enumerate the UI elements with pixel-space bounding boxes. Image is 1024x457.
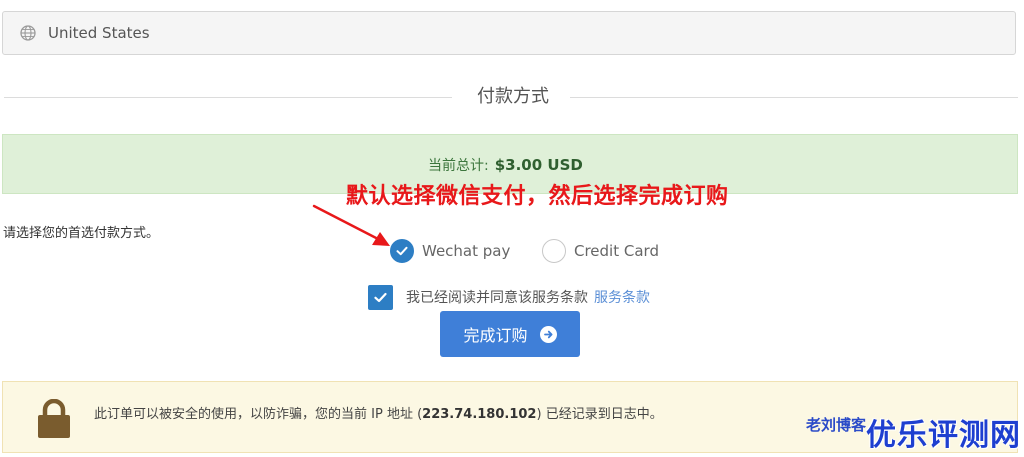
- globe-icon: [20, 25, 36, 41]
- payment-option-wechat[interactable]: Wechat pay: [390, 237, 510, 265]
- credit-card-label: Credit Card: [574, 242, 659, 260]
- annotation-text: 默认选择微信支付，然后选择完成订购: [346, 184, 729, 209]
- complete-order-label: 完成订购: [463, 326, 528, 345]
- country-select[interactable]: United States: [2, 11, 1016, 55]
- terms-of-service-link[interactable]: 服务条款: [594, 287, 650, 307]
- lock-icon: [38, 399, 70, 438]
- total-amount: $3.00 USD: [494, 156, 583, 174]
- security-prefix: 此订单可以被安全的使用，以防诈骗，您的当前 IP 地址 (: [94, 407, 423, 422]
- watermark-large: 优乐评测网: [866, 418, 1021, 453]
- terms-row: 我已经阅读并同意该服务条款 服务条款: [368, 284, 650, 310]
- payment-option-credit-card[interactable]: Credit Card: [542, 237, 659, 265]
- watermark-small: 老刘博客: [806, 416, 867, 434]
- divider-line-left: [4, 97, 452, 98]
- terms-checkbox-checked-icon[interactable]: [368, 284, 393, 310]
- annotation-arrow-icon: [312, 204, 390, 246]
- ip-address: 223.74.180.102: [422, 407, 537, 422]
- payment-section-divider: 付款方式: [4, 87, 1018, 107]
- wechat-label: Wechat pay: [422, 242, 511, 260]
- complete-order-button[interactable]: 完成订购: [440, 311, 580, 357]
- terms-text: 我已经阅读并同意该服务条款: [406, 290, 588, 306]
- divider-line-right: [570, 97, 1018, 98]
- security-notice-text: 此订单可以被安全的使用，以防诈骗，您的当前 IP 地址 (223.74.180.…: [94, 403, 663, 422]
- arrow-right-circle-icon: [539, 325, 557, 343]
- credit-card-radio-icon[interactable]: [542, 239, 566, 263]
- payment-method-prompt: 请选择您的首选付款方式。: [3, 226, 160, 241]
- order-total-line: 当前总计: $3.00 USD: [428, 155, 583, 175]
- security-suffix: ) 已经记录到日志中。: [536, 407, 663, 422]
- total-label: 当前总计:: [428, 158, 489, 174]
- country-value: United States: [48, 24, 150, 42]
- checkout-page: United States 付款方式 当前总计: $3.00 USD 请选择您的首…: [0, 0, 1024, 457]
- payment-section-title: 付款方式: [477, 86, 549, 107]
